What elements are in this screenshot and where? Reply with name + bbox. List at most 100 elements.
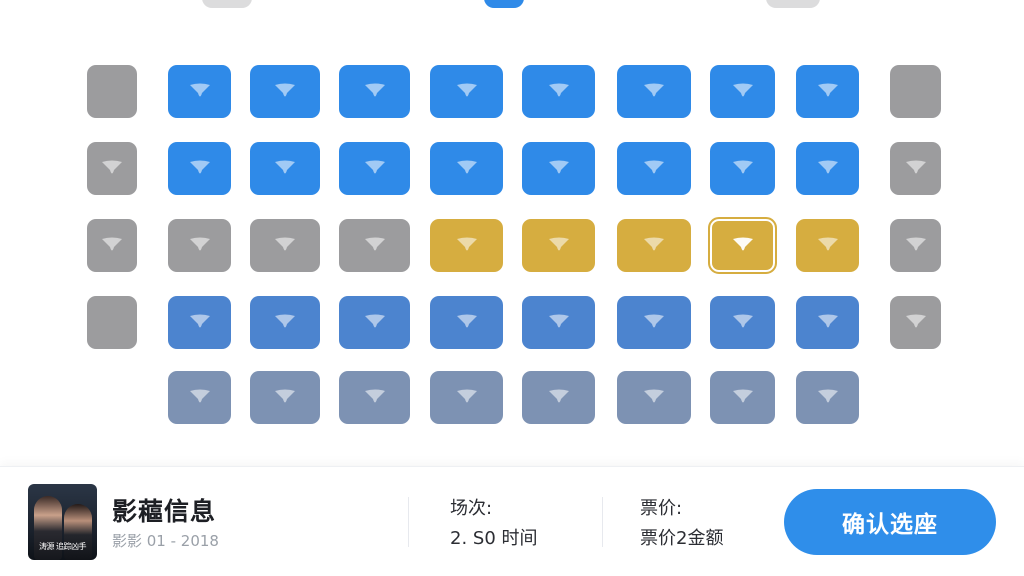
seat[interactable] [710, 296, 775, 349]
divider [408, 497, 409, 547]
seat[interactable] [430, 65, 503, 118]
seat-icon [731, 81, 755, 103]
seat[interactable] [168, 371, 231, 424]
price-label: 票价: [640, 498, 683, 519]
seat-icon [455, 235, 479, 257]
seat-icon [816, 235, 840, 257]
confirm-seat-button[interactable]: 确认选座 [784, 489, 996, 555]
seat-icon [904, 312, 928, 334]
seat-icon [642, 235, 666, 257]
seat[interactable] [796, 296, 859, 349]
poster-title: 涛源 追踪凶手 [38, 542, 87, 551]
seat[interactable] [250, 65, 320, 118]
showtime-value: 2. S0 时间 [450, 528, 538, 549]
seat-icon [188, 235, 212, 257]
seat[interactable] [796, 142, 859, 195]
seat[interactable] [710, 371, 775, 424]
seat[interactable] [522, 65, 595, 118]
seat-icon [731, 158, 755, 180]
seat[interactable] [250, 371, 320, 424]
seat[interactable] [617, 296, 691, 349]
seat-icon [731, 387, 755, 409]
seat[interactable] [522, 142, 595, 195]
seat[interactable] [617, 219, 691, 272]
seat-icon [731, 235, 755, 257]
seat-icon [100, 158, 124, 180]
seat[interactable] [710, 142, 775, 195]
seat-icon [642, 387, 666, 409]
movie-title: 影藲信息 [112, 497, 217, 526]
seat[interactable] [168, 296, 231, 349]
seat-icon [455, 312, 479, 334]
seat[interactable] [617, 371, 691, 424]
top-tab-right [766, 0, 820, 8]
seat-icon [363, 312, 387, 334]
seat[interactable] [168, 65, 231, 118]
seat-icon [273, 158, 297, 180]
seat-icon [816, 387, 840, 409]
seat[interactable] [522, 371, 595, 424]
seat [250, 219, 320, 272]
seat[interactable] [796, 219, 859, 272]
seat[interactable] [710, 65, 775, 118]
seat-icon [273, 312, 297, 334]
seat[interactable] [617, 142, 691, 195]
seat[interactable] [339, 142, 410, 195]
seat-icon [904, 158, 928, 180]
seat[interactable] [430, 142, 503, 195]
bottom-bar: 涛源 追踪凶手 影藲信息 影影 01 - 2018 场次: 2. S0 时间 票… [0, 466, 1024, 576]
seat-icon [816, 158, 840, 180]
seat-icon [642, 81, 666, 103]
seat[interactable] [522, 296, 595, 349]
divider [602, 497, 603, 547]
seat-icon [188, 312, 212, 334]
seat-icon [547, 387, 571, 409]
seat[interactable] [430, 296, 503, 349]
seat-icon [731, 312, 755, 334]
seat-icon [188, 387, 212, 409]
seat-icon [188, 158, 212, 180]
seat-icon [816, 81, 840, 103]
movie-subtitle: 影影 01 - 2018 [112, 532, 219, 550]
seat-icon [547, 312, 571, 334]
seat-icon [547, 81, 571, 103]
seat [168, 219, 231, 272]
seat-icon [455, 387, 479, 409]
seat [87, 65, 137, 118]
seat[interactable] [430, 219, 503, 272]
seat [890, 142, 941, 195]
seat[interactable] [339, 65, 410, 118]
seat-icon [642, 312, 666, 334]
seat-icon [642, 158, 666, 180]
seat[interactable] [617, 65, 691, 118]
seat[interactable] [796, 65, 859, 118]
seat[interactable] [430, 371, 503, 424]
seat[interactable] [339, 296, 410, 349]
seat-icon [273, 235, 297, 257]
seat[interactable] [522, 219, 595, 272]
seat-icon [100, 235, 124, 257]
seat-icon [816, 312, 840, 334]
seat[interactable] [168, 142, 231, 195]
seat[interactable] [796, 371, 859, 424]
seat-icon [547, 235, 571, 257]
seat-icon [273, 81, 297, 103]
seat-icon [904, 235, 928, 257]
seat-icon [547, 158, 571, 180]
seat [87, 219, 137, 272]
seat-icon [455, 81, 479, 103]
seat [890, 219, 941, 272]
seat [890, 65, 941, 118]
seat-selected[interactable] [708, 217, 777, 274]
seat-icon [455, 158, 479, 180]
top-tab-center[interactable] [484, 0, 524, 8]
seat-map [0, 0, 1024, 466]
seat-icon [363, 387, 387, 409]
seat-icon [363, 81, 387, 103]
movie-poster: 涛源 追踪凶手 [28, 484, 97, 560]
seat[interactable] [250, 296, 320, 349]
seat [87, 142, 137, 195]
seat-icon [363, 235, 387, 257]
seat[interactable] [339, 371, 410, 424]
seat[interactable] [250, 142, 320, 195]
